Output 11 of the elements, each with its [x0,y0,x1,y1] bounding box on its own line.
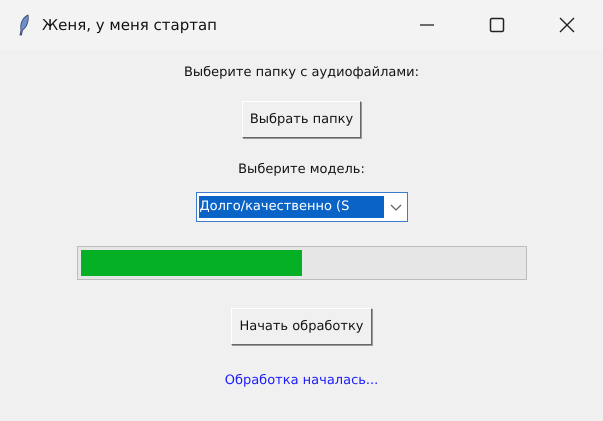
status-text: Обработка началась... [224,373,378,388]
choose-folder-button[interactable]: Выбрать папку [242,101,362,138]
folder-prompt: Выберите папку с аудиофайлами: [184,65,419,80]
close-icon[interactable] [559,17,575,33]
model-prompt: Выберите модель: [238,162,365,177]
start-processing-button[interactable]: Начать обработку [231,308,372,345]
feather-icon [18,14,30,36]
maximize-icon[interactable] [489,17,505,33]
model-dropdown[interactable]: Долго/качественно (S [196,192,408,222]
chevron-icon [390,204,402,210]
window-title: Женя, у меня стартап [42,16,217,34]
